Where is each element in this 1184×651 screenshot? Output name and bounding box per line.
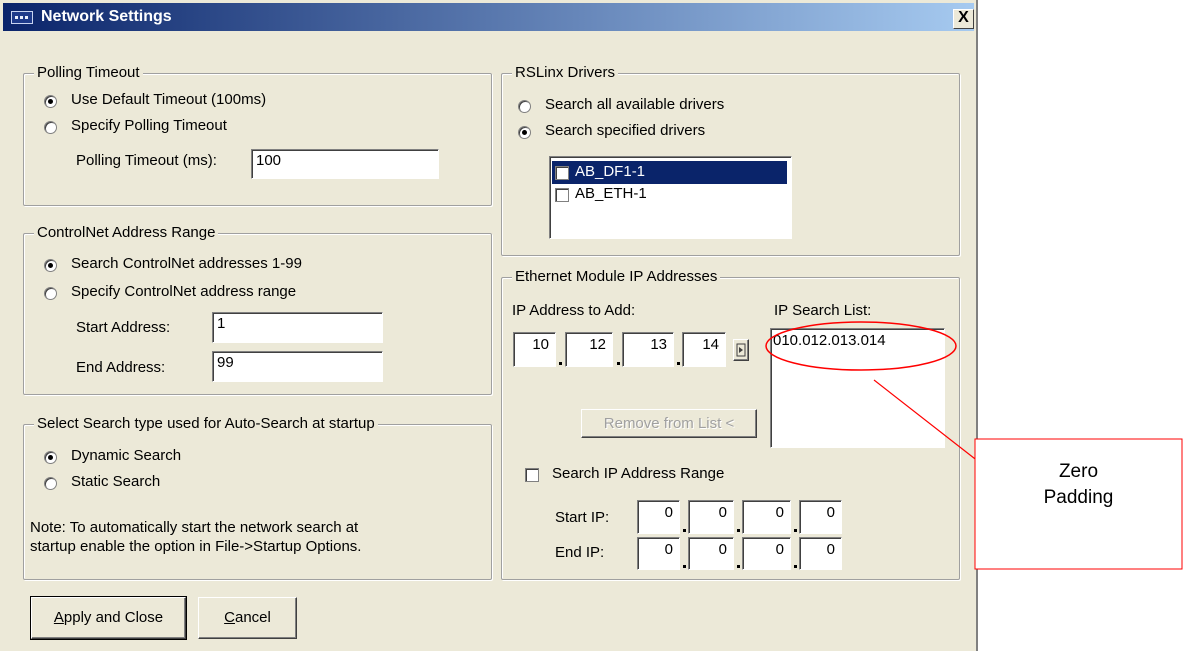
startup-note-line1: Note: To automatically start the network… — [30, 519, 359, 536]
end-ip-label: End IP: — [555, 544, 605, 561]
network-settings-dialog: Network Settings X Polling Timeout Use D… — [0, 0, 978, 651]
end-address-label: End Address: — [76, 359, 166, 376]
ip-dot — [677, 362, 680, 365]
dynamic-search-label[interactable]: Dynamic Search — [71, 447, 181, 464]
close-icon: X — [958, 9, 969, 26]
rslinx-drivers-group: RSLinx Drivers Search all available driv… — [501, 64, 960, 256]
ip-add-octet-4[interactable]: 14 — [682, 332, 726, 367]
network-card-icon — [11, 11, 33, 24]
ip-search-list-label: IP Search List: — [774, 302, 872, 319]
search-controlnet-default-label[interactable]: Search ControlNet addresses 1-99 — [71, 255, 302, 272]
use-default-timeout-radio[interactable] — [44, 95, 57, 108]
end-ip-octet-4[interactable]: 0 — [799, 537, 842, 570]
startup-note-line2: startup enable the option in File->Start… — [30, 538, 362, 555]
search-specified-drivers-radio[interactable] — [518, 126, 531, 139]
polling-timeout-group: Polling Timeout Use Default Timeout (100… — [23, 64, 492, 206]
ip-dot — [617, 362, 620, 365]
search-controlnet-default-radio[interactable] — [44, 259, 57, 272]
list-item[interactable]: AB_DF1-1 — [552, 161, 787, 184]
start-ip-octet-4[interactable]: 0 — [799, 500, 842, 534]
cancel-label-rest: ancel — [234, 609, 271, 626]
ip-dot — [794, 565, 797, 568]
specify-polling-timeout-radio[interactable] — [44, 121, 57, 134]
start-ip-octet-1[interactable]: 0 — [637, 500, 680, 534]
search-all-drivers-label[interactable]: Search all available drivers — [545, 96, 724, 113]
search-ip-range-checkbox[interactable] — [525, 468, 539, 482]
title-bar[interactable]: Network Settings X — [3, 3, 974, 31]
end-ip-octet-3[interactable]: 0 — [742, 537, 791, 570]
ip-add-octet-3[interactable]: 13 — [622, 332, 674, 367]
start-ip-octet-3[interactable]: 0 — [742, 500, 791, 534]
polling-timeout-legend: Polling Timeout — [34, 64, 143, 81]
driver-checkbox[interactable] — [555, 166, 569, 180]
callout-text: Zero Padding — [975, 459, 1182, 511]
list-item[interactable]: AB_ETH-1 — [552, 184, 787, 206]
close-button[interactable]: X — [953, 9, 974, 29]
ip-dot — [794, 529, 797, 532]
static-search-label[interactable]: Static Search — [71, 473, 160, 490]
ip-dot — [683, 529, 686, 532]
dynamic-search-radio[interactable] — [44, 451, 57, 464]
cancel-button[interactable]: Cancel — [198, 597, 297, 639]
specify-controlnet-range-label[interactable]: Specify ControlNet address range — [71, 283, 296, 300]
end-address-input[interactable]: 99 — [212, 351, 383, 382]
ip-add-octet-1[interactable]: 10 — [513, 332, 556, 367]
polling-timeout-input[interactable]: 100 — [251, 149, 439, 179]
ip-dot — [737, 529, 740, 532]
end-ip-octet-2[interactable]: 0 — [688, 537, 734, 570]
add-ip-button[interactable] — [733, 339, 749, 361]
ip-add-octet-2[interactable]: 12 — [565, 332, 613, 367]
rslinx-drivers-legend: RSLinx Drivers — [512, 64, 619, 81]
apply-label-rest: pply and Close — [63, 609, 164, 626]
polling-timeout-ms-label: Polling Timeout (ms): — [76, 152, 217, 169]
cancel-mnemonic: C — [224, 609, 235, 626]
apply-mnemonic: A — [53, 609, 64, 626]
driver-name: AB_DF1-1 — [575, 163, 646, 180]
callout-line1: Zero — [1058, 461, 1099, 482]
apply-and-close-button[interactable]: Apply and Close — [30, 596, 187, 640]
start-ip-octet-2[interactable]: 0 — [688, 500, 734, 534]
list-item[interactable]: 010.012.013.014 — [773, 332, 886, 349]
controlnet-range-legend: ControlNet Address Range — [34, 224, 219, 241]
static-search-radio[interactable] — [44, 477, 57, 490]
search-type-group: Select Search type used for Auto-Search … — [23, 415, 492, 580]
ip-dot — [737, 565, 740, 568]
ip-dot — [559, 362, 562, 365]
specify-controlnet-range-radio[interactable] — [44, 287, 57, 300]
search-ip-range-label[interactable]: Search IP Address Range — [552, 465, 724, 482]
dialog-title: Network Settings — [41, 8, 172, 25]
start-address-input[interactable]: 1 — [212, 312, 383, 343]
specify-polling-timeout-label[interactable]: Specify Polling Timeout — [71, 117, 227, 134]
callout-line2: Padding — [1043, 487, 1114, 508]
ip-dot — [683, 565, 686, 568]
ip-address-to-add-label: IP Address to Add: — [512, 302, 636, 319]
start-address-label: Start Address: — [76, 319, 171, 336]
use-default-timeout-label[interactable]: Use Default Timeout (100ms) — [71, 91, 266, 108]
search-specified-drivers-label[interactable]: Search specified drivers — [545, 122, 705, 139]
end-ip-octet-1[interactable]: 0 — [637, 537, 680, 570]
start-ip-label: Start IP: — [555, 509, 610, 526]
driver-name: AB_ETH-1 — [575, 185, 647, 202]
driver-list[interactable]: AB_DF1-1 AB_ETH-1 — [549, 156, 792, 239]
add-arrow-icon — [736, 343, 746, 357]
search-type-legend: Select Search type used for Auto-Search … — [34, 415, 378, 432]
ethernet-ip-legend: Ethernet Module IP Addresses — [512, 268, 721, 285]
remove-from-list-button[interactable]: Remove from List < — [581, 409, 757, 438]
ip-search-list[interactable]: 010.012.013.014 — [770, 328, 945, 448]
search-all-drivers-radio[interactable] — [518, 100, 531, 113]
controlnet-range-group: ControlNet Address Range Search ControlN… — [23, 224, 492, 395]
driver-checkbox[interactable] — [555, 188, 569, 202]
ethernet-ip-group: Ethernet Module IP Addresses IP Address … — [501, 268, 960, 580]
